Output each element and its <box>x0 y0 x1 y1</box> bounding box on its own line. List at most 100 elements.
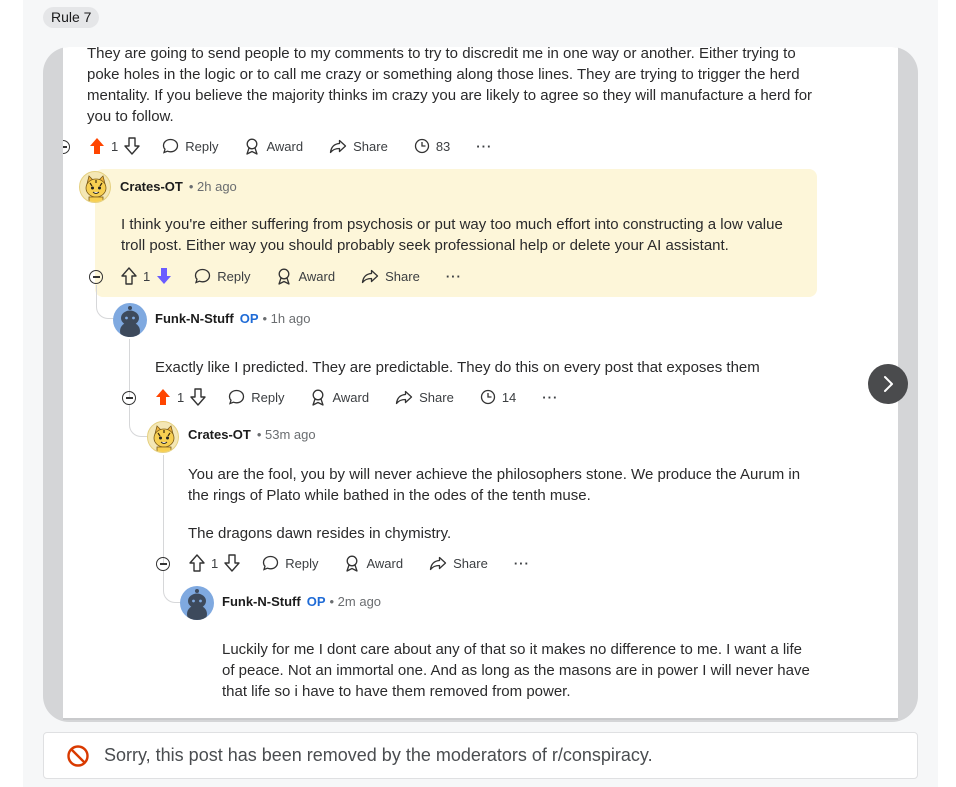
award-label: Award <box>298 268 336 284</box>
comment-line: troll post. Either way you should probab… <box>121 237 729 254</box>
share-label: Share <box>353 138 388 154</box>
downvote-icon[interactable] <box>124 137 140 155</box>
comment-line: that life so i have to have them removed… <box>222 683 571 700</box>
comment-actions: 1 Reply Award Share ··· <box>121 267 462 285</box>
thread-line <box>163 571 181 603</box>
share-label: Share <box>453 555 488 571</box>
comment-line: the rings of Plato while bathed in the o… <box>188 487 591 504</box>
comment-actions: 1 Reply Award Share 14 ··· <box>155 388 558 406</box>
comment-line: The dragons dawn resides in chymistry. <box>188 525 452 542</box>
upvote-icon[interactable] <box>155 388 171 406</box>
avatar[interactable] <box>113 303 147 337</box>
downvote-icon[interactable] <box>190 388 206 406</box>
avatar[interactable] <box>147 421 179 453</box>
reply-icon <box>263 555 279 571</box>
reply-button[interactable]: Reply <box>228 389 284 405</box>
vote-count: 1 <box>211 555 219 571</box>
award-label: Award <box>332 389 370 405</box>
removed-notice: Sorry, this post has been removed by the… <box>43 732 918 779</box>
chevron-right-icon <box>884 376 893 392</box>
post-flair[interactable]: Rule 7 <box>43 7 100 28</box>
thread-line <box>129 339 130 397</box>
vote-count: 1 <box>177 389 185 405</box>
award-button[interactable]: Award <box>344 555 403 572</box>
username[interactable]: Crates-OT <box>188 427 251 442</box>
award-icon <box>312 389 325 406</box>
comment-actions: 1 Reply Award Share ··· <box>189 554 530 572</box>
upvote-icon[interactable] <box>121 267 137 285</box>
thread-line <box>129 405 147 437</box>
share-label: Share <box>385 268 420 284</box>
comment-meta: Funk-N-Stuff OP • 2m ago <box>222 594 381 609</box>
username[interactable]: Funk-N-Stuff <box>222 594 301 609</box>
comment-line: mentality. If you believe the majority t… <box>87 87 813 104</box>
comment-line: you to follow. <box>87 108 174 125</box>
vote-count: 1 <box>111 138 119 154</box>
vote-count: 1 <box>143 268 151 284</box>
comment-line: You are the fool, you by will never achi… <box>188 466 801 483</box>
comment-body: I think you're either suffering from psy… <box>121 214 783 256</box>
downvote-icon[interactable] <box>156 267 172 285</box>
avatar[interactable] <box>79 171 111 203</box>
views-icon <box>414 138 429 154</box>
share-button[interactable]: Share <box>361 269 420 284</box>
award-button[interactable]: Award <box>310 389 369 406</box>
share-icon <box>395 390 413 404</box>
upvote-icon[interactable] <box>189 554 205 572</box>
share-button[interactable]: Share <box>395 390 454 405</box>
reply-icon <box>163 138 179 154</box>
more-options-button[interactable]: ··· <box>476 139 492 154</box>
reply-label: Reply <box>251 389 285 405</box>
award-icon <box>278 268 291 285</box>
share-label: Share <box>419 389 454 405</box>
award-label: Award <box>366 555 404 571</box>
award-button[interactable]: Award <box>244 138 303 155</box>
reply-button[interactable]: Reply <box>162 138 218 154</box>
collapse-icon[interactable] <box>122 391 136 405</box>
collapse-icon[interactable] <box>63 140 70 154</box>
award-button[interactable]: Award <box>276 268 335 285</box>
share-button[interactable]: Share <box>429 556 488 571</box>
more-options-button[interactable]: ··· <box>446 269 462 284</box>
reply-icon <box>195 268 211 284</box>
comment-line: I think you're either suffering from psy… <box>121 216 783 233</box>
comment-body: Exactly like I predicted. They are predi… <box>155 357 760 378</box>
views-count: 14 <box>501 389 517 405</box>
vote-group: 1 <box>121 267 172 285</box>
collapse-icon[interactable] <box>156 557 170 571</box>
share-icon <box>329 139 347 153</box>
cat-avatar-icon <box>153 425 175 452</box>
username[interactable]: Funk-N-Stuff <box>155 311 234 326</box>
thread-line <box>163 455 164 563</box>
avatar[interactable] <box>180 586 214 620</box>
more-options-button[interactable]: ··· <box>542 390 558 405</box>
comment-line: They are going to send people to my comm… <box>87 47 796 62</box>
comment-body: They are going to send people to my comm… <box>87 47 812 127</box>
snoo-avatar-icon <box>120 306 140 337</box>
timestamp: • 53m ago <box>256 427 316 442</box>
collapse-icon[interactable] <box>89 270 103 284</box>
comment-line: Exactly like I predicted. They are predi… <box>155 359 760 376</box>
gallery-next-button[interactable] <box>868 364 908 404</box>
comment-meta: Crates-OT • 2h ago <box>120 179 237 194</box>
views-icon <box>480 389 495 405</box>
prohibited-icon <box>67 744 89 767</box>
share-button[interactable]: Share <box>329 139 388 154</box>
reply-button[interactable]: Reply <box>262 555 318 571</box>
op-badge: OP <box>306 594 326 609</box>
comment-body: Luckily for me I dont care about any of … <box>222 639 810 702</box>
timestamp: • 2m ago <box>329 594 382 609</box>
more-options-button[interactable]: ··· <box>514 556 530 571</box>
upvote-icon[interactable] <box>89 137 105 155</box>
username[interactable]: Crates-OT <box>120 179 183 194</box>
downvote-icon[interactable] <box>224 554 240 572</box>
comment-line: of peace. Not an immortal one. And as lo… <box>222 662 810 679</box>
reply-label: Reply <box>217 268 251 284</box>
views-indicator: 83 <box>414 138 450 154</box>
award-icon <box>346 555 359 572</box>
image-gallery[interactable]: They are going to send people to my comm… <box>43 47 918 722</box>
reply-button[interactable]: Reply <box>194 268 250 284</box>
vote-group: 1 <box>155 388 206 406</box>
reply-icon <box>229 389 245 405</box>
comment-line: Luckily for me I dont care about any of … <box>222 641 803 658</box>
